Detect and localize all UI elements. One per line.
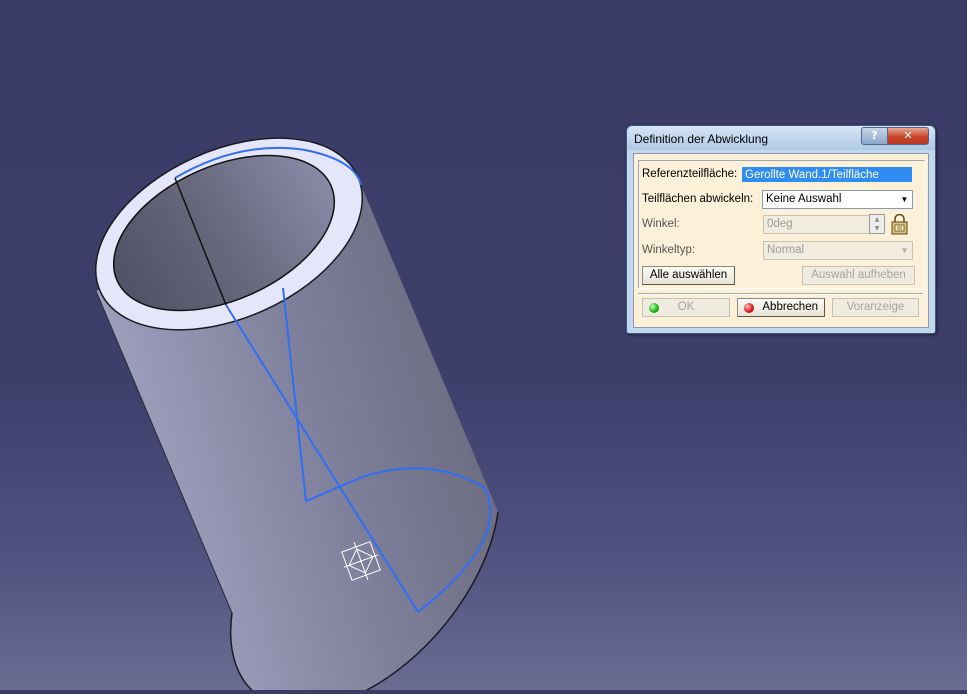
unfold-faces-select[interactable]: Keine Auswahl ▼ [762, 190, 913, 209]
angle-type-label: Winkeltyp: [642, 244, 696, 256]
formula-lock-icon[interactable] [889, 213, 911, 236]
unfold-faces-label: Teilflächen abwickeln: [642, 193, 754, 205]
angle-type-value: Normal [767, 244, 805, 256]
spin-down-icon[interactable]: ▼ [870, 224, 884, 233]
cancel-button[interactable]: Abbrechen [737, 298, 825, 317]
dialog-titlebar[interactable]: Definition der Abwicklung ? ✕ [627, 126, 935, 150]
close-icon: ✕ [903, 129, 913, 142]
cancel-label: Abbrechen [762, 301, 818, 313]
reference-face-label: Referenzteilfläche: [642, 168, 738, 180]
angle-label: Winkel: [642, 218, 680, 230]
parameters-group: Referenzteilfläche: Gerollte Wand.1/Teil… [638, 160, 925, 289]
help-icon: ? [871, 129, 878, 142]
dialog-body: Referenzteilfläche: Gerollte Wand.1/Teil… [633, 153, 929, 328]
separator [638, 293, 923, 295]
unfold-definition-dialog: Definition der Abwicklung ? ✕ Referenzte… [626, 125, 936, 334]
deselect-button[interactable]: Auswahl aufheben [802, 266, 915, 285]
3d-viewport[interactable] [0, 0, 967, 694]
chevron-down-icon[interactable]: ▼ [897, 192, 912, 207]
spin-up-icon[interactable]: ▲ [870, 215, 884, 224]
green-status-dot-icon [649, 303, 659, 313]
angle-input[interactable]: 0deg [763, 215, 875, 234]
close-button[interactable]: ✕ [887, 127, 929, 145]
angle-type-select[interactable]: Normal ▼ [763, 241, 913, 260]
chevron-down-icon[interactable]: ▼ [897, 243, 912, 258]
reference-face-field[interactable]: Gerollte Wand.1/Teilfläche [741, 166, 913, 183]
ok-button[interactable]: OK [642, 298, 730, 317]
select-all-button[interactable]: Alle auswählen [642, 266, 735, 285]
preview-button[interactable]: Voranzeige [832, 298, 919, 317]
cylinder-model[interactable] [0, 0, 967, 694]
help-button[interactable]: ? [861, 127, 888, 145]
angle-spinner[interactable]: ▲ ▼ [869, 214, 885, 234]
ok-label: OK [677, 301, 695, 313]
unfold-faces-value: Keine Auswahl [766, 193, 842, 205]
red-status-dot-icon [744, 303, 754, 313]
dialog-title: Definition der Abwicklung [634, 132, 769, 146]
